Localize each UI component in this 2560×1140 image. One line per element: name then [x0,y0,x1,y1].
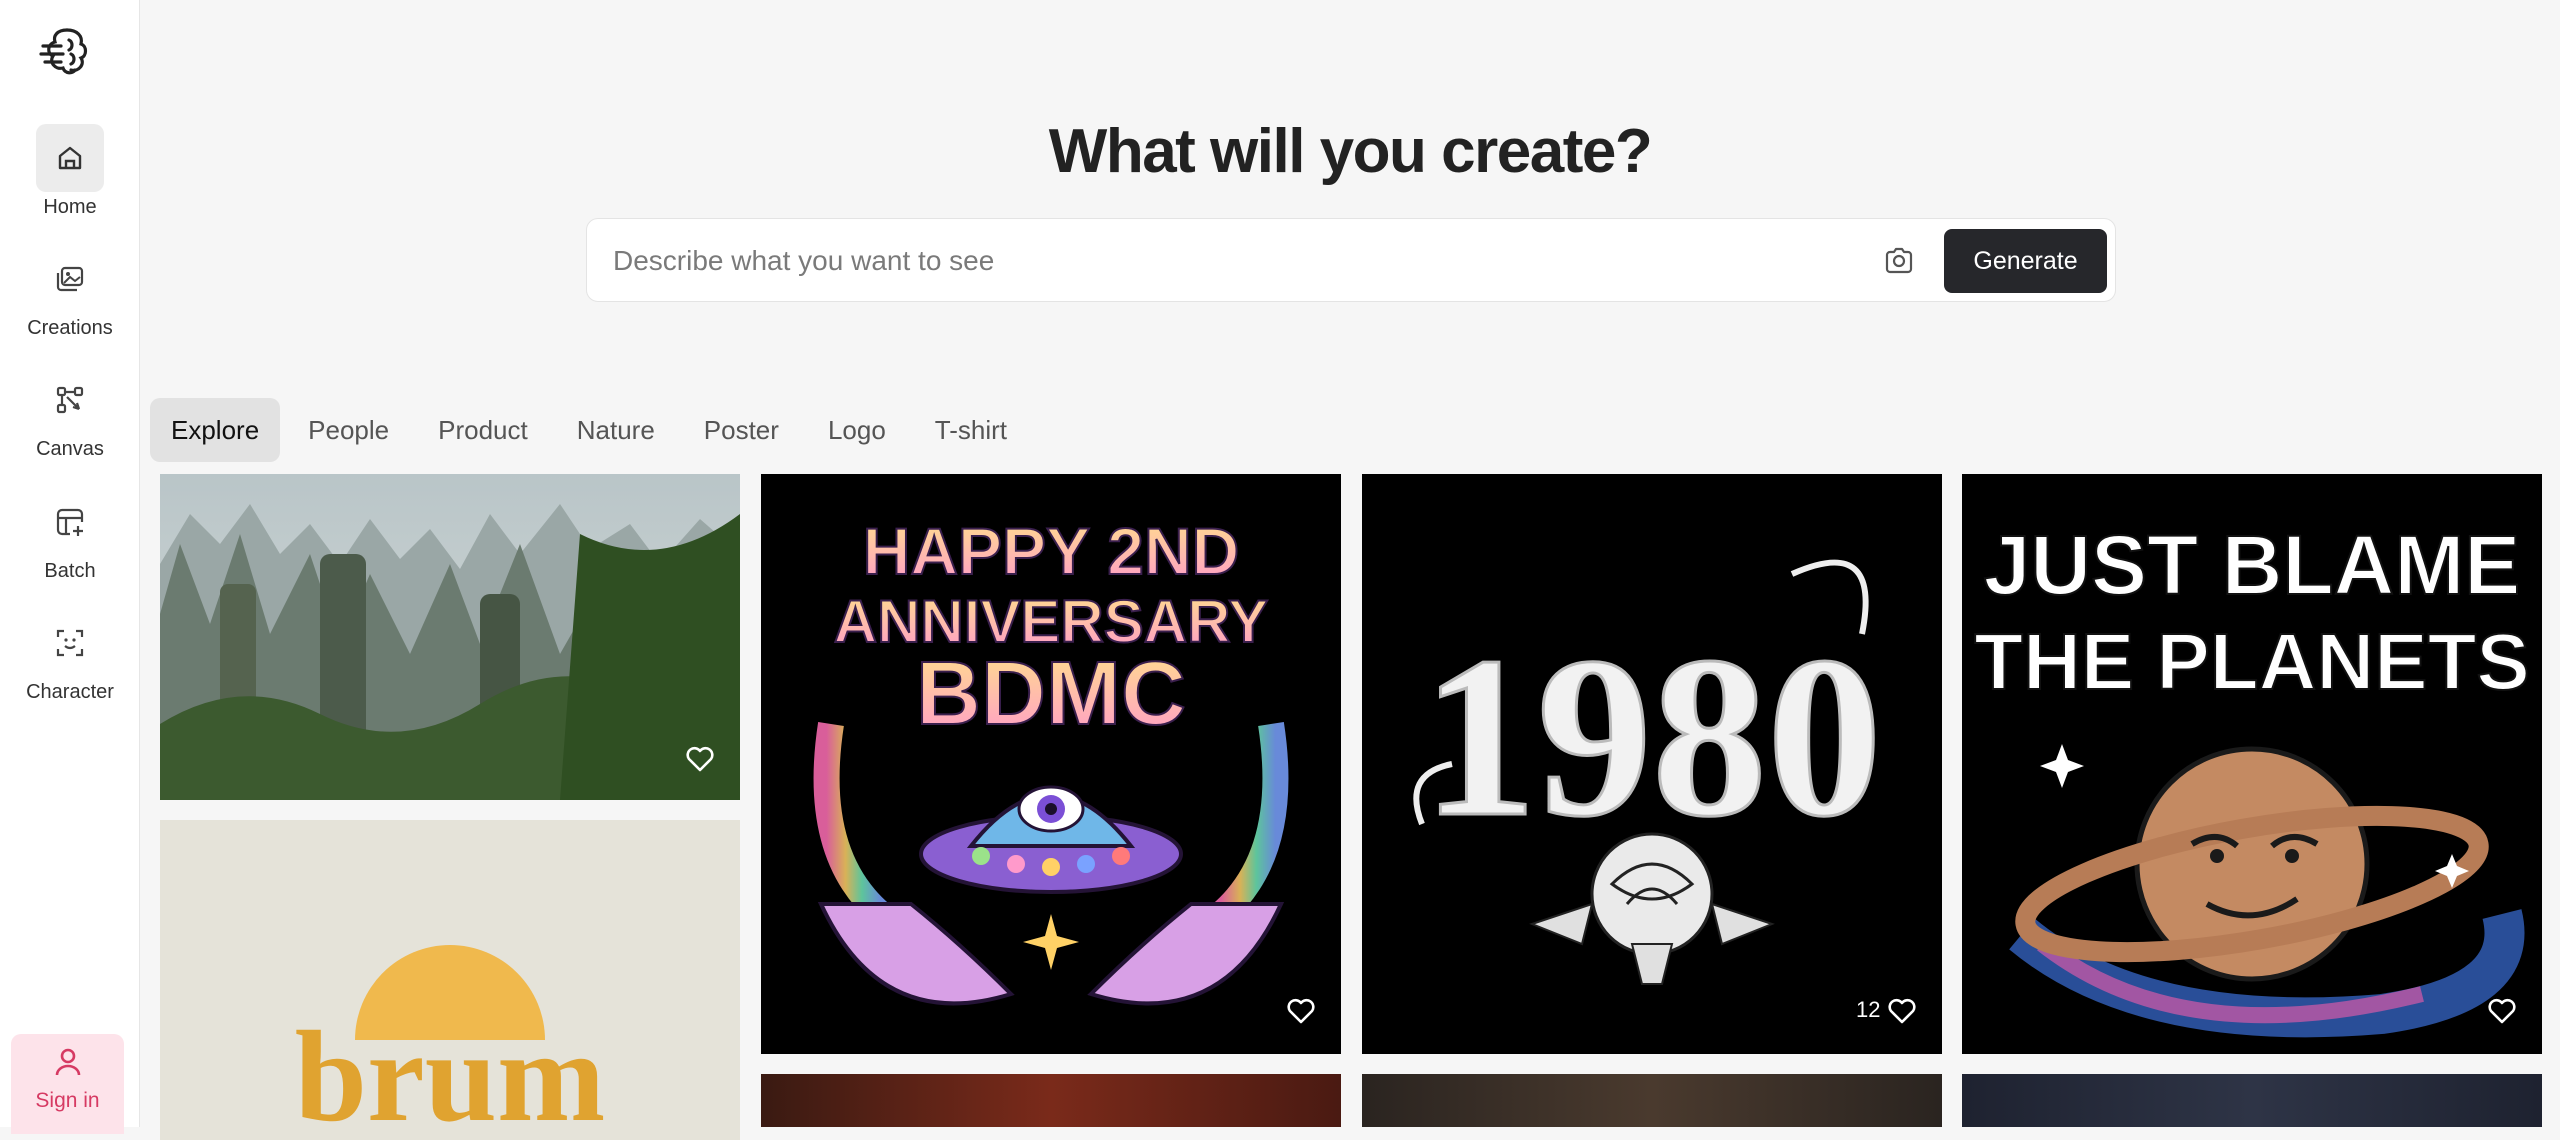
canvas-icon [56,386,84,414]
images-icon [56,266,84,292]
svg-text:1980: 1980 [1422,609,1882,864]
sidebar-item-label: Character [26,681,114,703]
tab-logo[interactable]: Logo [807,398,907,462]
sidebar-item-creations[interactable]: Creations [0,245,140,340]
sidebar-item-label: Home [43,196,97,218]
gallery-card-planets[interactable]: JUST BLAME THE PLANETS [1962,474,2542,1054]
svg-text:HAPPY 2ND: HAPPY 2ND [863,514,1240,588]
tab-explore[interactable]: Explore [150,398,281,462]
heart-icon[interactable] [2486,994,2518,1026]
gallery-card-partial[interactable] [1962,1074,2542,1127]
gallery-card-1980[interactable]: 1980 12 [1362,474,1942,1054]
tab-people[interactable]: People [287,398,410,462]
brain-logo-icon[interactable] [39,24,95,80]
user-icon [55,1048,80,1076]
svg-text:JUST BLAME: JUST BLAME [1984,518,2521,612]
category-tabs: Explore People Product Nature Poster Log… [150,398,1035,462]
tab-product[interactable]: Product [417,398,549,462]
generate-button[interactable]: Generate [1944,229,2107,293]
prompt-bar: Generate [586,218,2116,302]
planets-image: JUST BLAME THE PLANETS [1973,517,2531,1038]
heart-icon[interactable] [1285,994,1317,1026]
gallery-card-anniversary[interactable]: HAPPY 2ND ANNIVERSARY BDMC [761,474,1341,1054]
sidebar-item-canvas[interactable]: Canvas [0,366,140,461]
sidebar-item-label: Creations [27,317,113,339]
gallery-card-partial[interactable] [761,1074,1341,1127]
mountains-image [160,474,740,800]
gallery-card-mountains[interactable] [160,474,740,800]
tab-tshirt[interactable]: T-shirt [914,398,1028,462]
heart-icon[interactable] [1886,994,1918,1026]
1980-image: 1980 [1413,559,1884,985]
sidebar-item-batch[interactable]: Batch [0,488,140,583]
brum-wordmark: brum [295,1005,606,1140]
tab-poster[interactable]: Poster [683,398,800,462]
camera-icon[interactable] [1881,243,1917,279]
gallery-card-brum[interactable]: brum [160,820,740,1140]
like-count: 12 [1856,997,1881,1022]
prompt-input[interactable] [613,237,1813,285]
sidebar-item-character[interactable]: Character [0,609,140,704]
anniversary-image: HAPPY 2ND ANNIVERSARY BDMC [813,513,1289,1006]
sign-in-button[interactable]: Sign in [11,1034,124,1134]
sign-in-label: Sign in [35,1089,100,1112]
svg-text:THE PLANETS: THE PLANETS [1974,617,2530,706]
batch-icon [56,508,84,536]
character-icon [56,629,84,657]
gallery-card-partial[interactable] [1362,1074,1942,1127]
page-title: What will you create? [1048,117,1653,186]
tab-nature[interactable]: Nature [556,398,676,462]
svg-text:BDMC: BDMC [916,644,1186,744]
heart-icon[interactable] [684,742,716,774]
brum-logo-image: brum [160,945,740,1140]
sidebar-item-label: Batch [44,560,96,582]
sidebar-item-label: Canvas [36,438,104,460]
